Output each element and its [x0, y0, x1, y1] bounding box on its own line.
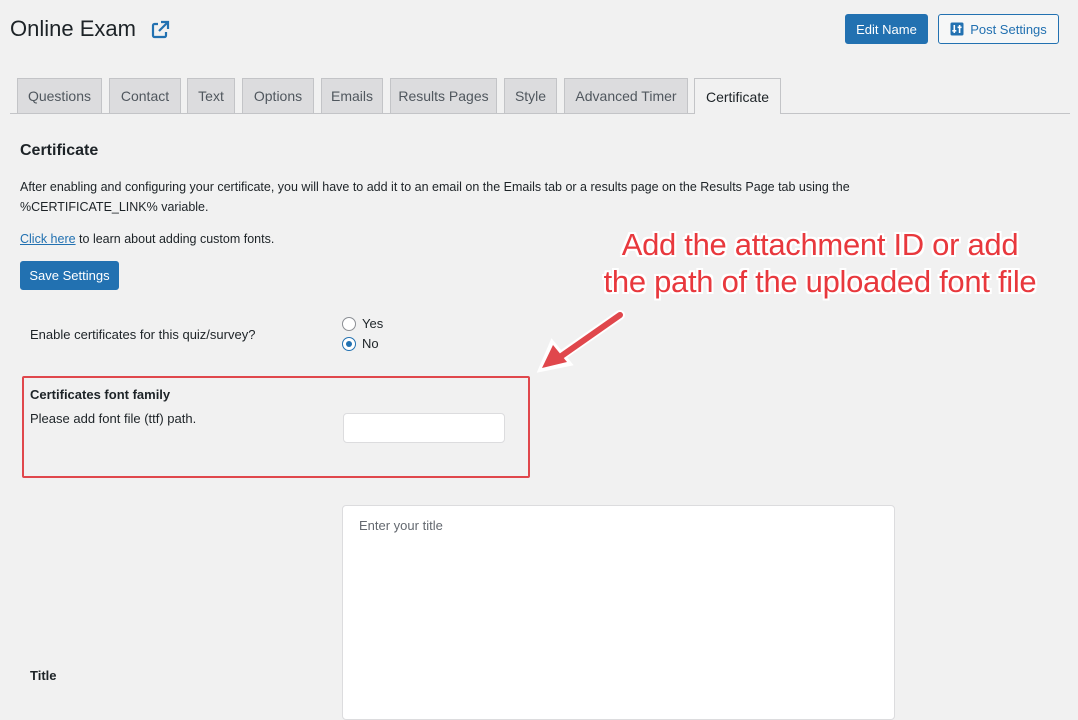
tab-options[interactable]: Options	[242, 78, 314, 113]
sliders-icon	[950, 22, 964, 36]
save-settings-button[interactable]: Save Settings	[20, 261, 119, 290]
highlight-box	[22, 376, 530, 478]
custom-fonts-help: Click here to learn about adding custom …	[20, 229, 274, 249]
post-settings-button[interactable]: Post Settings	[938, 14, 1059, 44]
certificate-description: After enabling and configuring your cert…	[20, 180, 850, 214]
tab-contact[interactable]: Contact	[109, 78, 181, 113]
post-settings-label: Post Settings	[970, 21, 1047, 37]
annotation-arrow-icon	[536, 310, 625, 373]
annotation-line-1: Add the attachment ID or add	[621, 227, 1019, 262]
enable-yes-radio[interactable]	[342, 316, 356, 331]
edit-name-button[interactable]: Edit Name	[845, 14, 928, 44]
enable-no-label: No	[362, 336, 379, 351]
annotation-text: Add the attachment ID or add the path of…	[560, 226, 1078, 300]
tabs-divider	[10, 113, 1070, 114]
enable-yes-option[interactable]: Yes	[342, 316, 383, 331]
tab-style[interactable]: Style	[504, 78, 557, 113]
custom-fonts-help-text: to learn about adding custom fonts.	[75, 232, 275, 246]
enable-certificates-label: Enable certificates for this quiz/survey…	[30, 327, 256, 342]
section-heading: Certificate	[20, 142, 99, 159]
enable-no-radio[interactable]	[342, 336, 356, 351]
title-textarea[interactable]	[342, 505, 895, 720]
external-link-icon[interactable]	[150, 20, 170, 40]
click-here-link[interactable]: Click here	[20, 232, 76, 246]
annotation-line-2: the path of the uploaded font file	[603, 264, 1037, 299]
page-title: Online Exam	[10, 16, 136, 41]
tab-emails[interactable]: Emails	[321, 78, 383, 113]
tab-questions[interactable]: Questions	[17, 78, 102, 113]
tab-advanced-timer[interactable]: Advanced Timer	[564, 78, 688, 113]
tab-certificate[interactable]: Certificate	[694, 78, 781, 114]
tab-results-pages[interactable]: Results Pages	[390, 78, 497, 113]
tab-text[interactable]: Text	[187, 78, 235, 113]
title-label: Title	[30, 668, 57, 683]
enable-yes-label: Yes	[362, 316, 384, 331]
enable-no-option[interactable]: No	[342, 336, 379, 351]
